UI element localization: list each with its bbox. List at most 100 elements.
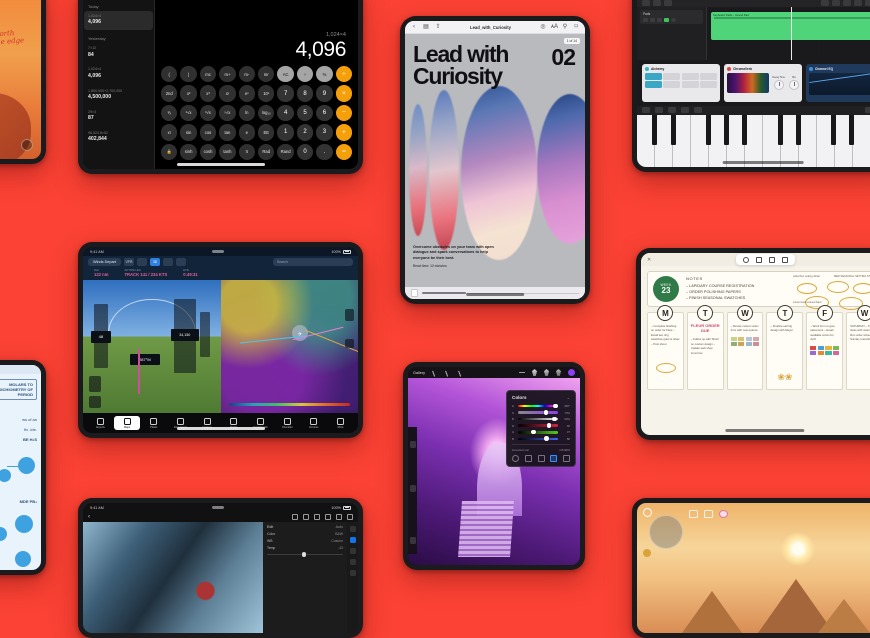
- home-indicator[interactable]: [722, 161, 804, 164]
- track-header[interactable]: Pads: [640, 10, 703, 24]
- calc-key-minus[interactable]: −: [335, 104, 353, 122]
- calc-key[interactable]: m+: [219, 65, 236, 83]
- home-indicator[interactable]: [725, 429, 805, 432]
- scale-icon[interactable]: [694, 106, 702, 114]
- light-icon[interactable]: [349, 537, 356, 543]
- glissando-icon[interactable]: [865, 106, 870, 114]
- close-icon[interactable]: ⌄: [567, 395, 570, 400]
- history-item[interactable]: 96,524.8×52 402,844: [84, 128, 153, 147]
- tab-more[interactable]: More: [328, 416, 354, 430]
- home-indicator[interactable]: [176, 163, 265, 166]
- octave-up-icon[interactable]: [681, 106, 689, 114]
- markup-icon[interactable]: ◎: [540, 24, 546, 30]
- calc-key[interactable]: 2nd: [161, 85, 178, 102]
- calc-key[interactable]: ʸ√x: [219, 104, 236, 122]
- colors-panel[interactable]: Colors ⌄ H 300° S 73% B 90% R 96 G 37 B …: [506, 390, 576, 467]
- layer-slot[interactable]: [409, 484, 416, 492]
- scroll-button[interactable]: [21, 139, 33, 151]
- settings-icon[interactable]: [137, 258, 148, 266]
- device-ipad-procreate[interactable]: Gallery Colors ⌄ H 300° S 73% B 90% R 96…: [403, 362, 585, 570]
- tab-devices[interactable]: Devices: [301, 416, 327, 430]
- bw-button[interactable]: B&W: [335, 532, 343, 536]
- slider-knob[interactable]: [544, 436, 549, 442]
- logic-secondary-toolbar[interactable]: [637, 0, 870, 7]
- track-lane[interactable]: Keyboard Pads – Grand Pad: [707, 7, 870, 60]
- foreflight-tabbar[interactable]: Airports Maps Plates Documents Imagery F…: [83, 413, 358, 433]
- green-slider[interactable]: [518, 429, 558, 435]
- slider-row[interactable]: S 73%: [512, 410, 570, 415]
- game-hud[interactable]: [689, 510, 728, 518]
- calculator-history-sidebar[interactable]: Edit Today 1,024×4 4,096 Yesterday 7×12 …: [83, 0, 155, 169]
- calc-key-6[interactable]: 6: [316, 104, 333, 122]
- calc-key-9[interactable]: 9: [316, 85, 333, 102]
- black-key[interactable]: [741, 114, 747, 145]
- floating-toolbar[interactable]: [735, 254, 795, 265]
- edit-panel[interactable]: Edit Auto Color B&W WB Custom Temp -43: [263, 522, 347, 633]
- device-ipad-lightroom[interactable]: 9:41 AM 100% ‹ Edit Auto Color B&W WB Cu…: [78, 498, 363, 638]
- eq-curve-display[interactable]: [809, 72, 870, 95]
- eraser-icon[interactable]: [556, 369, 561, 376]
- synthetic-vision-view[interactable]: 48 34,150 287°M: [83, 280, 221, 413]
- slider-row[interactable]: G 37: [512, 429, 570, 435]
- harmony-icon[interactable]: [537, 454, 545, 462]
- vfr-button[interactable]: VFR: [124, 258, 135, 266]
- page-thumbnail[interactable]: [411, 289, 418, 297]
- device-ipad-magazine[interactable]: ‹ ▤ ⇧ Lead_with_Curiosity ◎ ᴀA ⚲ ⌑ 1 of …: [400, 16, 590, 304]
- camera-icon[interactable]: [689, 510, 698, 518]
- temp-slider[interactable]: [267, 551, 343, 558]
- slider-knob[interactable]: [552, 416, 557, 422]
- hue-slider[interactable]: [518, 403, 558, 409]
- calc-key[interactable]: tan: [219, 124, 236, 141]
- plugin-pad[interactable]: [700, 81, 717, 88]
- octave-down-icon[interactable]: [668, 106, 676, 114]
- plugin-pad[interactable]: [663, 81, 681, 88]
- transform-icon[interactable]: [458, 368, 465, 377]
- calc-key[interactable]: Rad: [258, 143, 275, 160]
- wb-value[interactable]: Custom: [331, 539, 343, 543]
- hex-value[interactable]: C849D6: [559, 448, 570, 452]
- markup-icon[interactable]: [781, 256, 788, 263]
- bookmark-icon[interactable]: ⌑: [573, 24, 579, 30]
- calc-key-decimal[interactable]: .: [316, 143, 333, 160]
- tab-checklist[interactable]: Checklist: [274, 416, 300, 430]
- keyboard-icon[interactable]: [642, 106, 650, 114]
- plugin-pad[interactable]: [700, 72, 717, 80]
- piano-keyboard[interactable]: [637, 114, 870, 167]
- day-column[interactable]: F – Work form re gem placement – Email a…: [806, 305, 844, 390]
- search-input[interactable]: Search: [273, 258, 353, 266]
- tab-plates[interactable]: Plates: [141, 416, 167, 430]
- gallery-button[interactable]: Gallery: [413, 371, 425, 375]
- device-ipad-calculator[interactable]: Edit Today 1,024×4 4,096 Yesterday 7×12 …: [78, 0, 363, 174]
- colors-panel-tabs[interactable]: [512, 454, 570, 462]
- device-ipad-notes[interactable]: ✕ ↷ WEEK 23 NOTES – LAPIDA: [636, 248, 870, 440]
- insert-icon[interactable]: [768, 256, 775, 263]
- day-column[interactable]: T FLEUR ORDER DUE – Follow up with Shior…: [686, 305, 724, 390]
- plugin-pad[interactable]: [645, 72, 662, 80]
- search-icon[interactable]: ⚲: [562, 24, 568, 30]
- drumpad-icon[interactable]: [655, 106, 663, 114]
- record-arm-button[interactable]: [657, 18, 662, 22]
- cloud-icon[interactable]: [336, 514, 342, 520]
- plugin-row[interactable]: Alchemy ChromaVerb Decay Time Mix Channe…: [637, 59, 870, 106]
- loop-icon[interactable]: [832, 0, 840, 7]
- plugin-chromaverb[interactable]: ChromaVerb Decay Time Mix: [724, 63, 802, 102]
- calc-key[interactable]: EE: [258, 124, 275, 141]
- solo-button[interactable]: [650, 18, 655, 22]
- flex-icon[interactable]: [854, 0, 862, 7]
- calc-key[interactable]: mr: [258, 65, 275, 83]
- history-item[interactable]: 1,800,000+2,700,000 4,500,000: [84, 86, 153, 105]
- mute-button[interactable]: [643, 18, 648, 22]
- input-monitor-button[interactable]: [664, 18, 669, 22]
- calc-key-equals[interactable]: =: [335, 143, 353, 160]
- grid-icon[interactable]: [755, 256, 762, 263]
- back-icon[interactable]: ‹: [411, 24, 417, 30]
- calc-key[interactable]: tanh: [219, 143, 236, 160]
- plugin-pad[interactable]: [681, 72, 699, 80]
- compass-button[interactable]: [88, 375, 101, 392]
- share-icon[interactable]: ⇧: [435, 24, 441, 30]
- calc-key[interactable]: π: [238, 143, 256, 160]
- mixer-icon[interactable]: [653, 0, 661, 7]
- day-column[interactable]: W – Revise custom order form with new op…: [726, 305, 764, 390]
- magazine-page[interactable]: 1 of 14 Lead with Curiosity 02 Overcome o…: [405, 34, 585, 287]
- back-icon[interactable]: ‹: [88, 514, 90, 520]
